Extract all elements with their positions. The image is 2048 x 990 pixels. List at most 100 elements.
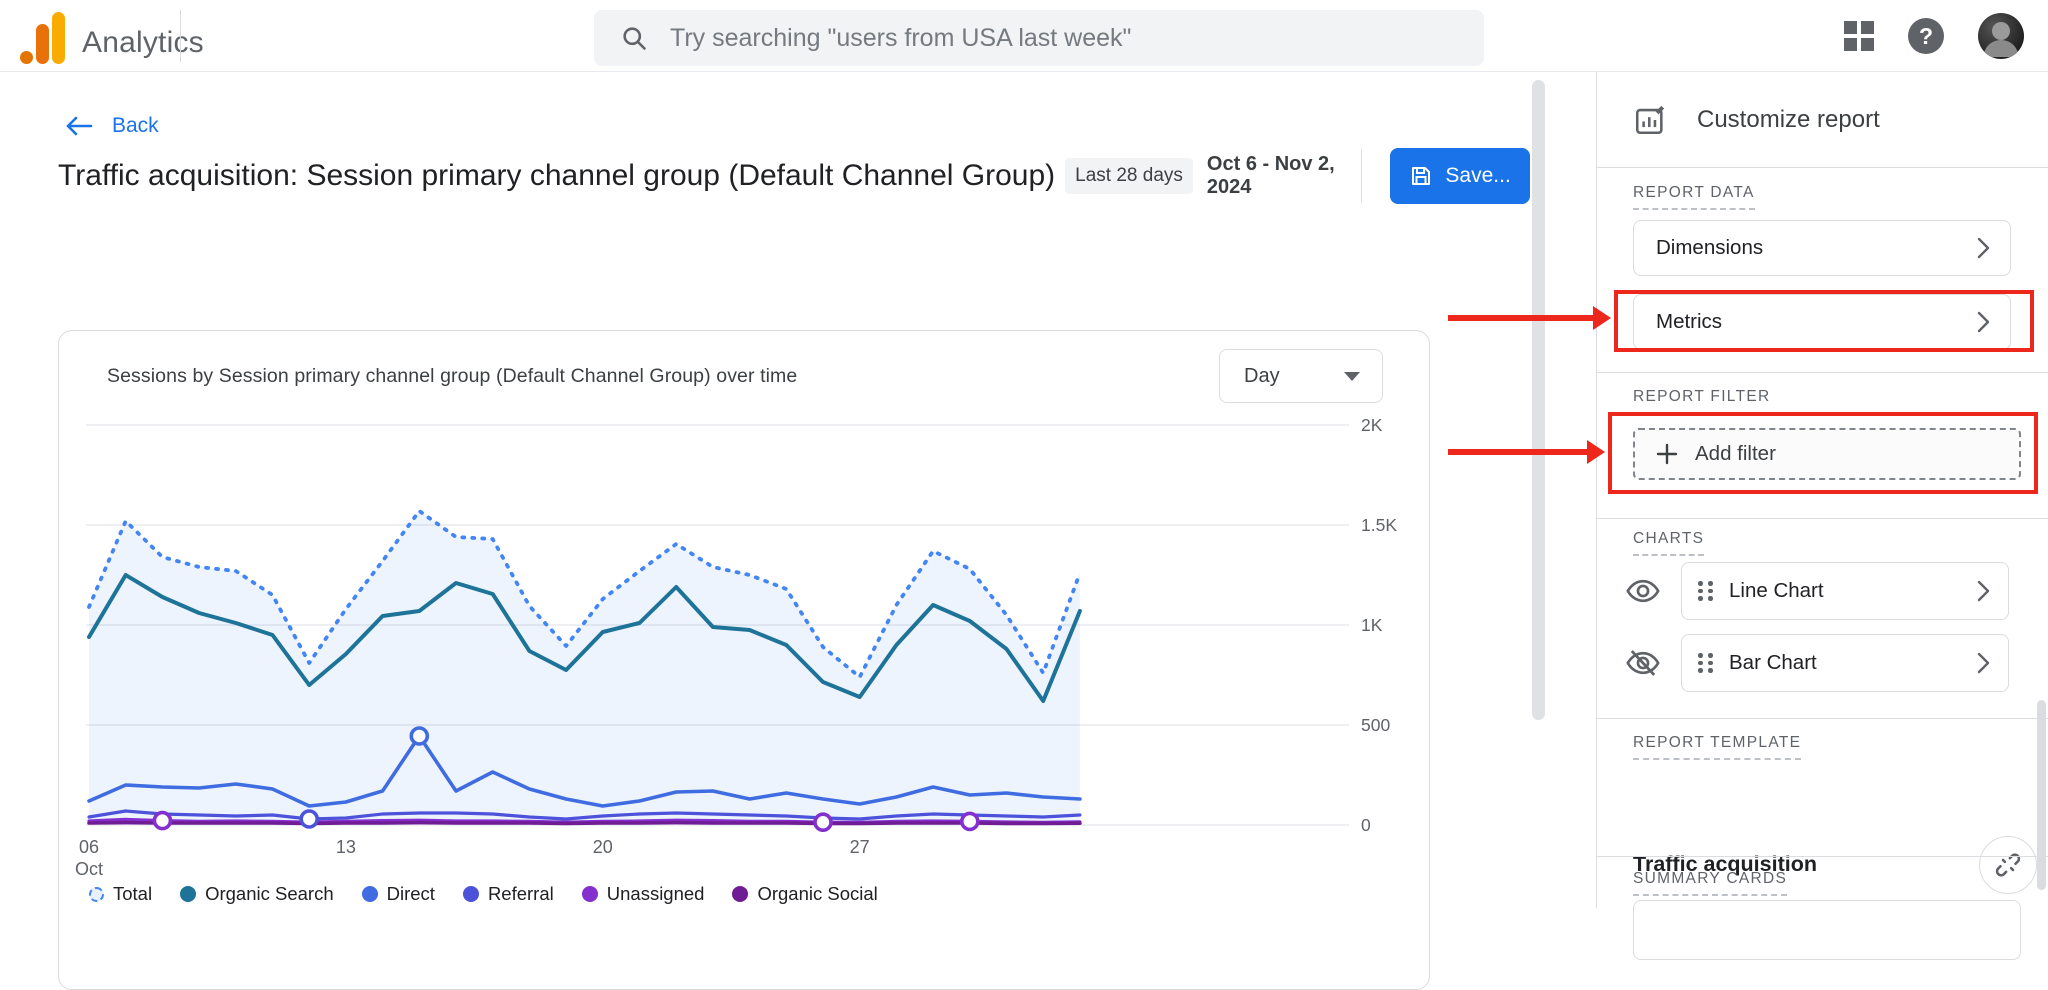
search-icon bbox=[623, 27, 646, 50]
unlink-template-button[interactable] bbox=[1979, 836, 2037, 894]
x-axis-tick-label: 27 bbox=[850, 837, 870, 857]
chart-legend: Total Organic Search Direct Referral Unassig… bbox=[89, 883, 878, 905]
legend-item-referral[interactable]: Referral bbox=[462, 883, 554, 905]
y-axis-tick-label: 500 bbox=[1361, 715, 1390, 735]
metrics-row[interactable]: Metrics bbox=[1633, 294, 2011, 350]
google-analytics-logo-icon bbox=[20, 12, 65, 66]
legend-label: Organic Search bbox=[205, 883, 334, 904]
legend-item-organic-social[interactable]: Organic Social bbox=[732, 883, 878, 905]
interval-value: Day bbox=[1244, 364, 1280, 387]
back-arrow-icon bbox=[66, 116, 93, 136]
legend-label: Referral bbox=[487, 883, 554, 904]
summary-card-item[interactable] bbox=[1633, 900, 2021, 960]
save-button[interactable]: Save... bbox=[1390, 148, 1530, 204]
data-point-marker[interactable] bbox=[813, 812, 833, 833]
main-content: Back Traffic acquisition: Session primar… bbox=[0, 72, 1530, 990]
date-preset-badge: Last 28 days bbox=[1065, 158, 1193, 194]
chevron-right-icon bbox=[1977, 580, 1990, 602]
panel-title: Customize report bbox=[1697, 105, 1880, 133]
legend-label: Organic Social bbox=[757, 883, 878, 904]
main-scrollbar[interactable] bbox=[1530, 72, 1547, 908]
legend-label: Direct bbox=[386, 883, 435, 904]
data-point-marker[interactable] bbox=[299, 809, 319, 829]
chevron-down-icon bbox=[1344, 371, 1360, 381]
bar-chart-item[interactable]: Bar Chart bbox=[1681, 634, 2009, 692]
line-chart-item[interactable]: Line Chart bbox=[1681, 562, 2009, 620]
help-icon[interactable]: ? bbox=[1908, 18, 1944, 54]
bar-chart-row: Bar Chart bbox=[1597, 634, 2048, 692]
drag-handle-icon[interactable] bbox=[1698, 581, 1713, 601]
legend-label: Unassigned bbox=[606, 883, 705, 904]
add-filter-annotation-arrow bbox=[1448, 440, 1605, 464]
search-input[interactable] bbox=[670, 23, 1450, 53]
legend-dashed-ring-icon bbox=[89, 886, 104, 902]
add-filter-button[interactable]: Add filter bbox=[1633, 428, 2021, 480]
account-avatar[interactable] bbox=[1978, 13, 2024, 59]
legend-item-organic-search[interactable]: Organic Search bbox=[180, 883, 334, 905]
save-label: Save... bbox=[1445, 164, 1511, 187]
save-icon bbox=[1412, 167, 1431, 185]
report-data-section-label: REPORT DATA bbox=[1633, 184, 1755, 210]
top-app-bar: Analytics ? bbox=[0, 0, 2048, 72]
apps-grid-icon[interactable] bbox=[1844, 21, 1874, 51]
sessions-line-chart[interactable]: 0 500 1K 1.5K 2K 06 Oct 13 20 27 bbox=[59, 401, 1431, 881]
legend-item-direct[interactable]: Direct bbox=[361, 883, 435, 905]
y-axis-tick-label: 1K bbox=[1361, 615, 1383, 635]
legend-item-unassigned[interactable]: Unassigned bbox=[581, 883, 705, 905]
visibility-off-icon[interactable] bbox=[1621, 649, 1665, 677]
y-axis-tick-label: 2K bbox=[1361, 415, 1383, 435]
line-chart-label: Line Chart bbox=[1729, 579, 1824, 602]
line-chart-row: Line Chart bbox=[1597, 562, 2048, 620]
panel-divider bbox=[1597, 718, 2048, 719]
main-scrollbar-thumb[interactable] bbox=[1532, 80, 1545, 720]
chart-title: Sessions by Session primary channel grou… bbox=[107, 364, 798, 387]
legend-item-total[interactable]: Total bbox=[89, 883, 152, 905]
interval-dropdown[interactable]: Day bbox=[1219, 349, 1383, 403]
plus-icon bbox=[1656, 443, 1678, 465]
metrics-annotation-arrow bbox=[1448, 306, 1611, 330]
report-template-section-label: REPORT TEMPLATE bbox=[1633, 734, 1802, 760]
header-divider bbox=[1361, 149, 1363, 203]
analytics-home-link[interactable]: Analytics bbox=[20, 12, 204, 66]
chevron-right-icon bbox=[1977, 311, 1990, 333]
legend-dot-icon bbox=[361, 886, 378, 902]
panel-scrollbar-thumb[interactable] bbox=[2037, 700, 2046, 890]
customize-report-panel: Customize report REPORT DATA Dimensions … bbox=[1596, 72, 2048, 960]
summary-cards-section-label: SUMMARY CARDS bbox=[1633, 870, 1788, 896]
sessions-chart-card: Sessions by Session primary channel grou… bbox=[58, 330, 1430, 990]
back-button[interactable]: Back bbox=[64, 114, 159, 138]
data-point-marker[interactable] bbox=[409, 726, 430, 746]
customize-report-icon bbox=[1635, 105, 1665, 134]
chevron-right-icon bbox=[1977, 237, 1990, 259]
panel-divider bbox=[1597, 518, 2048, 519]
unlink-icon bbox=[1995, 853, 2021, 877]
dimensions-row[interactable]: Dimensions bbox=[1633, 220, 2011, 276]
back-label: Back bbox=[112, 114, 159, 137]
visibility-on-icon[interactable] bbox=[1621, 577, 1665, 605]
legend-dot-icon bbox=[462, 886, 479, 902]
page-title: Traffic acquisition: Session primary cha… bbox=[58, 159, 1056, 192]
metrics-label: Metrics bbox=[1656, 310, 1723, 333]
report-filter-section-label: REPORT FILTER bbox=[1633, 388, 1771, 414]
brand-name: Analytics bbox=[82, 26, 204, 59]
series-line-organic-social bbox=[87, 820, 1082, 826]
legend-dot-icon bbox=[180, 886, 197, 902]
panel-divider bbox=[1597, 856, 2048, 857]
y-axis-tick-label: 1.5K bbox=[1361, 515, 1397, 535]
drag-handle-icon[interactable] bbox=[1698, 653, 1713, 673]
add-filter-label: Add filter bbox=[1695, 442, 1776, 465]
date-range[interactable]: Oct 6 - Nov 2, 2024 bbox=[1207, 153, 1335, 199]
data-point-marker[interactable] bbox=[152, 810, 173, 831]
legend-label: Total bbox=[113, 883, 153, 904]
legend-dot-icon bbox=[732, 886, 749, 902]
bar-chart-label: Bar Chart bbox=[1729, 651, 1817, 674]
x-axis-tick-label: 13 bbox=[336, 837, 356, 857]
data-point-marker[interactable] bbox=[959, 811, 980, 832]
chevron-right-icon bbox=[1977, 652, 1990, 674]
dimensions-label: Dimensions bbox=[1656, 236, 1764, 259]
charts-section-label: CHARTS bbox=[1633, 530, 1705, 556]
global-search[interactable] bbox=[594, 10, 1484, 66]
x-axis-tick-label: 06 bbox=[79, 837, 99, 857]
brand-divider bbox=[180, 10, 181, 62]
x-axis-tick-sublabel: Oct bbox=[75, 859, 103, 879]
